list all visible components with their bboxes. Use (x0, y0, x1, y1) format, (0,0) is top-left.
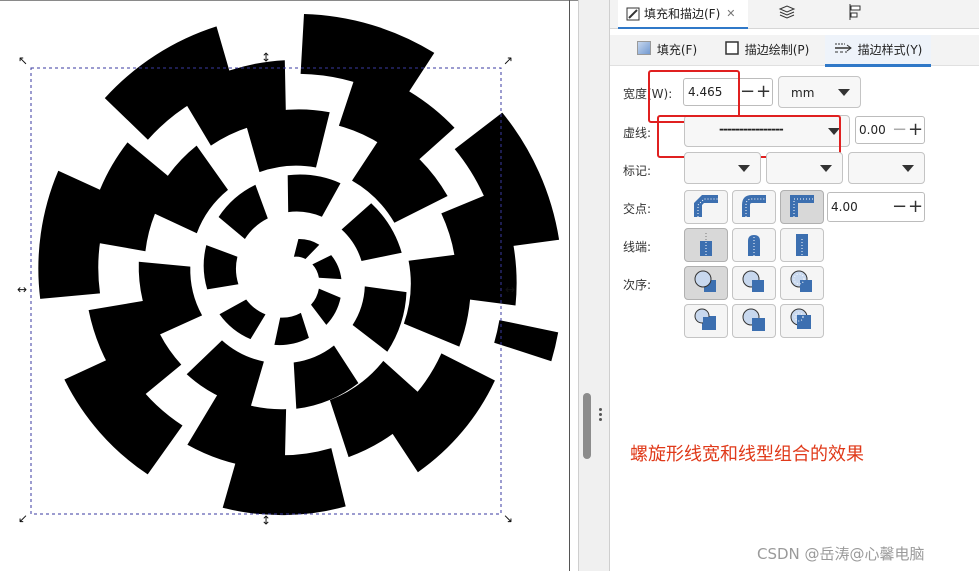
spiral-dash-segment (203, 245, 239, 290)
spiral-dash-segment (222, 448, 346, 516)
miter-limit-decrement-button[interactable]: − (892, 194, 907, 220)
bevel-join-icon (692, 193, 720, 222)
paint-order-icon (692, 306, 720, 337)
butt-cap-icon (695, 231, 717, 260)
chevron-down-icon (738, 165, 750, 172)
tab-fill-and-stroke[interactable]: 填充和描边(F) ✕ (618, 0, 748, 29)
fill-swatch-icon (636, 41, 651, 58)
paint-order-icon (788, 306, 816, 337)
order-stroke-fill-markers-button[interactable] (732, 266, 776, 300)
miter-limit-increment-button[interactable]: + (908, 194, 923, 220)
tab-stroke-style-label: 描边样式(Y) (857, 43, 923, 57)
resize-handle-nw-icon[interactable]: ↖ (18, 54, 28, 68)
square-cap-icon (791, 231, 813, 260)
dock-tab-bar: 填充和描边(F) ✕ (610, 0, 979, 29)
paint-order-icon (788, 268, 816, 299)
round-join-button[interactable] (732, 190, 776, 224)
align-icon (847, 3, 863, 24)
join-label: 交点: (623, 202, 652, 216)
spiral-dash-segment (218, 184, 268, 239)
tab-fill-and-stroke-label: 填充和描边(F) (644, 7, 721, 21)
order-label: 次序: (623, 278, 652, 292)
paint-order-icon (740, 306, 768, 337)
resize-handle-n-icon[interactable]: ↕ (261, 51, 271, 65)
dash-offset-decrement-button[interactable]: − (892, 117, 907, 143)
drawing-canvas[interactable]: ↖ ↕ ↗ ↔ ↔ ↙ ↕ ↘ (0, 0, 578, 571)
close-icon[interactable]: ✕ (726, 7, 735, 20)
tab-stroke-style[interactable]: 描边样式(Y) (825, 35, 931, 67)
order-fill-markers-stroke-button[interactable] (780, 266, 824, 300)
butt-cap-button[interactable] (684, 228, 728, 262)
spiral-dash-segment (287, 174, 341, 217)
chevron-down-icon (838, 89, 850, 96)
width-unit-dropdown[interactable]: mm (778, 76, 861, 108)
resize-handle-s-icon[interactable]: ↕ (261, 514, 271, 528)
spiral-dash-segment (384, 353, 495, 473)
width-increment-button[interactable]: + (756, 79, 771, 105)
stroke-style-icon (834, 42, 852, 57)
tab-fill[interactable]: 填充(F) (624, 35, 710, 64)
spiral-dash-segment (274, 312, 309, 346)
stroke-paint-icon (724, 41, 739, 58)
dash-offset-increment-button[interactable]: + (908, 117, 923, 143)
order-markers-fill-stroke-button[interactable] (684, 304, 728, 338)
round-cap-icon (743, 231, 765, 260)
paint-order-icon (740, 268, 768, 299)
order-stroke-markers-fill-button[interactable] (732, 304, 776, 338)
order-fill-stroke-markers-button[interactable] (684, 266, 728, 300)
dash-offset-value: 0.00 (859, 123, 886, 137)
miter-limit-field[interactable]: 4.00 − + (827, 192, 925, 222)
order-markers-stroke-fill-button[interactable] (780, 304, 824, 338)
markers-label: 标记: (623, 164, 652, 178)
spiral-dash-segment (312, 255, 342, 280)
dash-offset-field[interactable]: 0.00 − + (855, 116, 925, 144)
miter-join-icon (788, 193, 816, 222)
round-cap-button[interactable] (732, 228, 776, 262)
panel-resize-grip[interactable] (599, 408, 603, 422)
vertical-scrollbar[interactable] (583, 393, 591, 459)
spiral-dash-segment (352, 286, 407, 352)
resize-handle-e-icon[interactable]: ↔ (505, 283, 515, 297)
spiral-dash-segment (494, 320, 559, 362)
paint-order-icon (692, 268, 720, 299)
mid-marker-dropdown[interactable] (766, 152, 843, 184)
square-cap-button[interactable] (780, 228, 824, 262)
chevron-down-icon (820, 165, 832, 172)
tab-align[interactable] (840, 0, 870, 27)
width-unit-value: mm (791, 86, 815, 100)
resize-handle-sw-icon[interactable]: ↙ (18, 512, 28, 526)
resize-handle-w-icon[interactable]: ↔ (17, 283, 27, 297)
chevron-down-icon (902, 165, 914, 172)
annotation-text: 螺旋形线宽和线型组合的效果 (630, 444, 864, 465)
fill-stroke-subtabs: 填充(F) 描边绘制(P) 描边样式(Y) (610, 35, 979, 67)
spiral-drawing[interactable]: ↖ ↕ ↗ ↔ ↔ ↙ ↕ ↘ (0, 0, 578, 571)
dashes-label: 虚线: (623, 126, 652, 140)
start-marker-dropdown[interactable] (684, 152, 761, 184)
fill-stroke-panel: 填充和描边(F) ✕ 填充(F) 描边绘制(P) 描边样式(Y) 宽度(W): … (609, 0, 979, 571)
end-marker-dropdown[interactable] (848, 152, 925, 184)
resize-handle-ne-icon[interactable]: ↗ (503, 54, 513, 68)
miter-join-button[interactable] (780, 190, 824, 224)
tab-stroke-paint-label: 描边绘制(P) (744, 43, 810, 57)
cap-label: 线端: (623, 240, 652, 254)
resize-handle-se-icon[interactable]: ↘ (503, 512, 513, 526)
tab-stroke-paint[interactable]: 描边绘制(P) (718, 35, 816, 64)
miter-limit-value: 4.00 (831, 200, 858, 214)
canvas-scroll-gutter (578, 0, 610, 571)
spiral-dash-segment (219, 299, 266, 340)
tab-layers[interactable] (772, 0, 802, 27)
spiral-dashed-path[interactable] (38, 14, 560, 516)
width-decrement-button[interactable]: − (740, 79, 755, 105)
fill-stroke-icon (626, 7, 640, 21)
spiral-dash-segment (293, 238, 320, 259)
watermark: CSDN @岳涛@心馨电脑 (757, 545, 925, 563)
tab-fill-label: 填充(F) (656, 43, 698, 57)
spiral-dash-segment (311, 288, 341, 325)
bevel-join-button[interactable] (684, 190, 728, 224)
layers-icon (778, 5, 796, 22)
round-join-icon (740, 193, 768, 222)
